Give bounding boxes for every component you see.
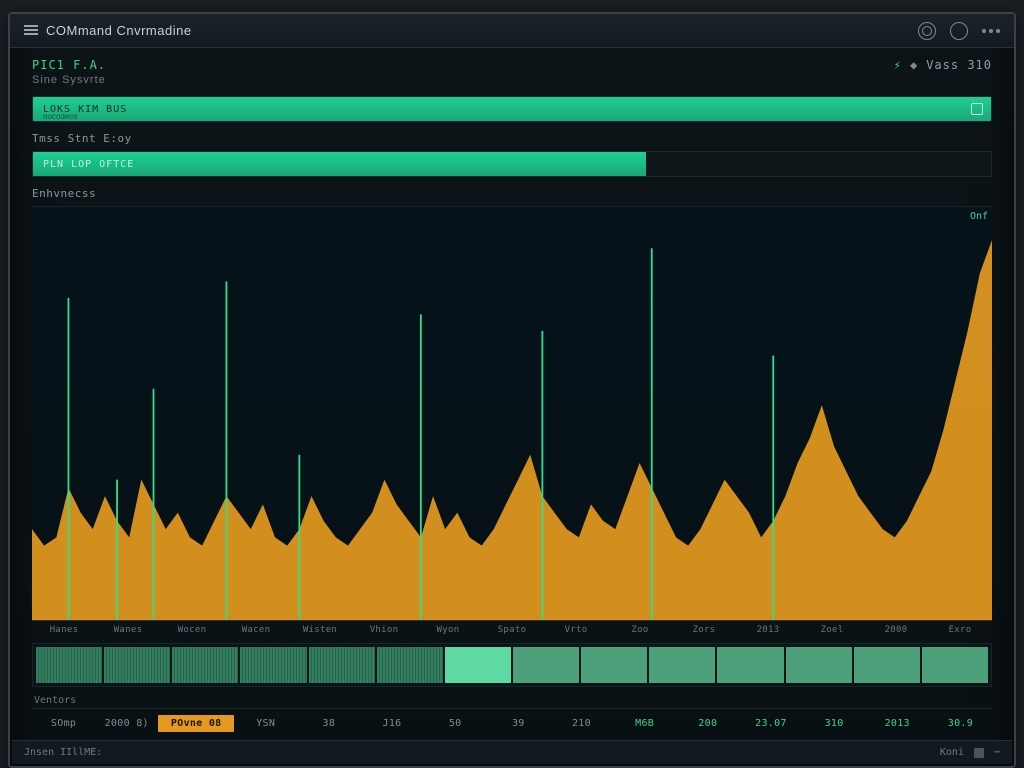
progress-bar-2: Pln lop Oftce bbox=[32, 151, 992, 177]
x-tick: Spato bbox=[480, 625, 544, 635]
chart-area[interactable]: Onf bbox=[32, 206, 992, 620]
scrubber-segment[interactable] bbox=[922, 647, 988, 683]
scrubber-segment[interactable] bbox=[717, 647, 783, 683]
chart-svg bbox=[32, 207, 992, 620]
numcell: 210 bbox=[550, 718, 613, 729]
app-title: COMmand Cnvrmadine bbox=[46, 23, 192, 38]
x-tick: 2000 bbox=[864, 625, 928, 635]
status-bar: Jnsen IIllME: Koni ⋯ bbox=[12, 740, 1012, 764]
status-row: PIC1 F.A. ⚡ ◆ Vass 310 bbox=[32, 58, 992, 72]
x-tick: Exro bbox=[928, 625, 992, 635]
numcell: J16 bbox=[360, 718, 423, 729]
scrubber-segment[interactable] bbox=[104, 647, 170, 683]
numcell: 23.07 bbox=[739, 718, 802, 729]
statusbar-left: Jnsen IIllME: bbox=[24, 747, 102, 758]
numcell: YSN bbox=[234, 718, 297, 729]
title-bar: COMmand Cnvrmadine bbox=[10, 14, 1014, 48]
scrubber-segment[interactable] bbox=[649, 647, 715, 683]
expand-icon[interactable] bbox=[971, 103, 983, 115]
gear-icon[interactable] bbox=[918, 22, 936, 40]
numcell: 2000 8) bbox=[95, 718, 158, 729]
section-label-1: Tmss Stnt E:oy bbox=[32, 132, 992, 145]
x-tick: Vhion bbox=[352, 625, 416, 635]
timeline-scrubber[interactable] bbox=[32, 643, 992, 687]
chart-panel: Onf HanesWanesWocenWacenWistenVhionWyonS… bbox=[32, 206, 992, 635]
numcell: POvne 08 bbox=[158, 715, 234, 732]
scrubber-segment[interactable] bbox=[786, 647, 852, 683]
bolt-icon: ⚡ bbox=[894, 58, 902, 72]
app-window: COMmand Cnvrmadine PIC1 F.A. ⚡ ◆ Vass 31… bbox=[8, 12, 1016, 768]
content-area: PIC1 F.A. ⚡ ◆ Vass 310 Sine Sysvrte LOKS… bbox=[10, 48, 1014, 740]
progress-track-2[interactable]: Pln lop Oftce bbox=[32, 151, 992, 177]
scrubber-segment[interactable] bbox=[36, 647, 102, 683]
numcell: SOmp bbox=[32, 718, 95, 729]
scrubber-segment[interactable] bbox=[377, 647, 443, 683]
progress-bar-1: LOKS KIM bus nocodece bbox=[32, 96, 992, 122]
numcell: 200 bbox=[676, 718, 739, 729]
numcell: 38 bbox=[297, 718, 360, 729]
numcell: 39 bbox=[487, 718, 550, 729]
x-tick: Zoel bbox=[800, 625, 864, 635]
window-control-icon[interactable] bbox=[974, 748, 984, 758]
numcell: 2013 bbox=[866, 718, 929, 729]
chart-label-right: Onf bbox=[970, 211, 988, 222]
status-version: Vass 310 bbox=[926, 58, 992, 72]
statusbar-right: Koni bbox=[940, 747, 964, 758]
scrubber-segment[interactable] bbox=[854, 647, 920, 683]
clock-icon[interactable] bbox=[950, 22, 968, 40]
progress-track[interactable]: LOKS KIM bus nocodece bbox=[32, 96, 992, 122]
scrubber-segment[interactable] bbox=[445, 647, 511, 683]
x-tick: Wanes bbox=[96, 625, 160, 635]
scrubber-segment[interactable] bbox=[581, 647, 647, 683]
scrubber-segment[interactable] bbox=[240, 647, 306, 683]
scrubber-segment[interactable] bbox=[309, 647, 375, 683]
x-tick: Wacen bbox=[224, 625, 288, 635]
chart-label-left: Enhvnecss bbox=[32, 187, 992, 200]
hamburger-icon[interactable] bbox=[24, 25, 38, 37]
more-icon[interactable]: ⋯ bbox=[994, 747, 1000, 758]
numstrip-label: Ventors bbox=[34, 695, 992, 706]
scrubber-segment[interactable] bbox=[513, 647, 579, 683]
numcell: 30.9 bbox=[929, 718, 992, 729]
bar1-sublabel: nocodece bbox=[43, 112, 78, 121]
numcell: 310 bbox=[803, 718, 866, 729]
x-tick: Wocen bbox=[160, 625, 224, 635]
x-tick: Wyon bbox=[416, 625, 480, 635]
sys-line: Sine Sysvrte bbox=[32, 74, 992, 86]
scrubber-segment[interactable] bbox=[172, 647, 238, 683]
bar2-label: Pln lop Oftce bbox=[43, 159, 134, 170]
numcell: 50 bbox=[424, 718, 487, 729]
menu-icon[interactable] bbox=[982, 29, 1000, 33]
x-tick: Wisten bbox=[288, 625, 352, 635]
proc-id: PIC1 F.A. bbox=[32, 58, 106, 72]
x-tick: Zors bbox=[672, 625, 736, 635]
x-tick: Zoo bbox=[608, 625, 672, 635]
numcell: M6B bbox=[613, 718, 676, 729]
x-tick: Vrto bbox=[544, 625, 608, 635]
numeric-strip: SOmp2000 8)POvne 08YSN38J165039210M6B200… bbox=[32, 708, 992, 732]
chart-x-axis: HanesWanesWocenWacenWistenVhionWyonSpato… bbox=[32, 620, 992, 635]
x-tick: Hanes bbox=[32, 625, 96, 635]
x-tick: 2013 bbox=[736, 625, 800, 635]
